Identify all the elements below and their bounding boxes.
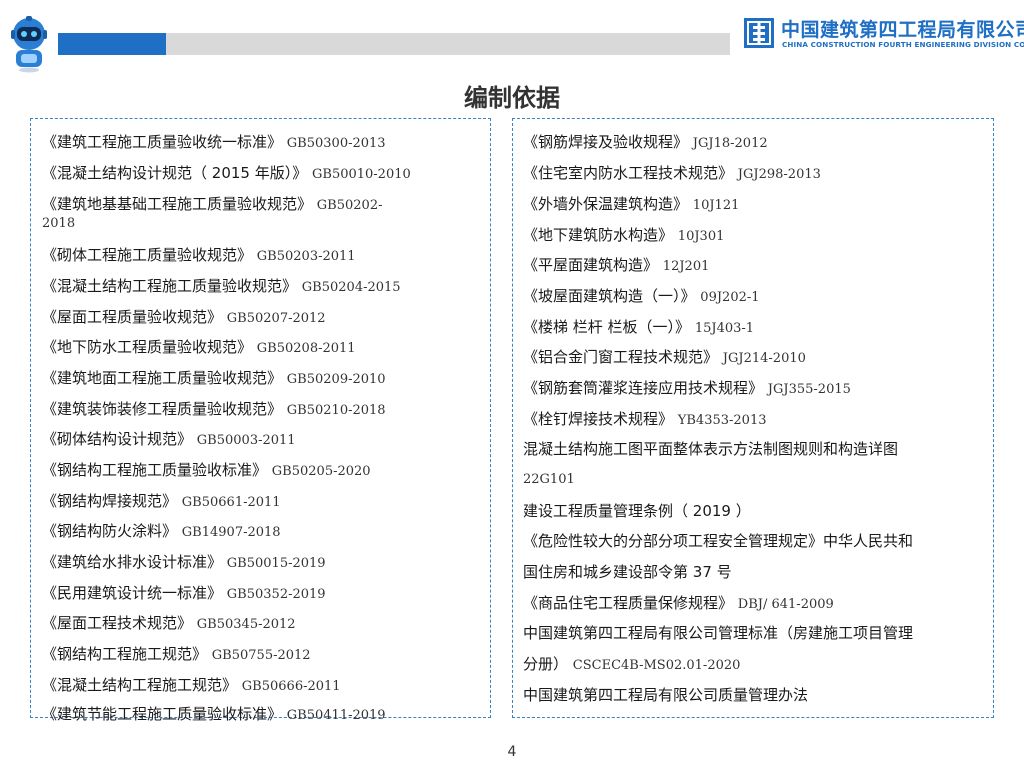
reference-item: 《地下建筑防水构造》 10J301 xyxy=(523,226,725,244)
reference-item-continued: 22G101 xyxy=(523,472,575,487)
page-number: 4 xyxy=(507,744,517,760)
reference-item: 《地下防水工程质量验收规范》 GB50208-2011 xyxy=(42,338,356,356)
reference-item: 《建筑地面工程施工质量验收规范》 GB50209-2010 xyxy=(42,369,386,387)
reference-item: 《建筑装饰装修工程质量验收规范》 GB50210-2018 xyxy=(42,400,386,418)
page-title: 编制依据 xyxy=(464,84,560,112)
cscec-logo-icon xyxy=(744,18,774,48)
reference-item: 《建筑给水排水设计标准》 GB50015-2019 xyxy=(42,553,326,571)
reference-item: 《商品住宅工程质量保修规程》 DBJ/ 641-2009 xyxy=(523,594,834,612)
reference-item: 《楼梯 栏杆 栏板（一）》 15J403-1 xyxy=(523,318,755,336)
reference-item-continued: 2018 xyxy=(42,216,76,231)
reference-item-continued: 国住房和城乡建设部令第 37 号 xyxy=(523,563,732,581)
reference-item: 《建筑工程施工质量验收统一标准》 GB50300-2013 xyxy=(42,133,386,151)
reference-item: 《危险性较大的分部分项工程安全管理规定》中华人民共和 xyxy=(523,532,914,550)
reference-item-continued: 分册） CSCEC4B-MS02.01-2020 xyxy=(523,655,741,673)
reference-item: 《栓钉焊接技术规程》 YB4353-2013 xyxy=(523,410,767,428)
reference-item: 中国建筑第四工程局有限公司管理标准（房建施工项目管理 xyxy=(523,624,914,642)
reference-item: 《钢结构防火涂料》 GB14907-2018 xyxy=(42,522,281,540)
reference-item: 《住宅室内防水工程技术规范》 JGJ298-2013 xyxy=(523,164,821,182)
reference-item: 《砌体结构设计规范》 GB50003-2011 xyxy=(42,430,296,448)
reference-item: 《民用建筑设计统一标准》 GB50352-2019 xyxy=(42,584,326,602)
reference-item: 《混凝土结构工程施工规范》 GB50666-2011 xyxy=(42,676,341,694)
reference-item: 《钢筋焊接及验收规程》 JGJ18-2012 xyxy=(523,133,768,151)
robot-mascot-icon xyxy=(11,16,47,73)
reference-item: 《砌体工程施工质量验收规范》 GB50203-2011 xyxy=(42,246,356,264)
reference-item: 混凝土结构施工图平面整体表示方法制图规则和构造详图 xyxy=(523,440,899,458)
reference-item: 《平屋面建筑构造》 12J201 xyxy=(523,256,710,274)
company-name-en: CHINA CONSTRUCTION FOURTH ENGINEERING DI… xyxy=(782,40,1024,49)
reference-item: 《钢结构焊接规范》 GB50661-2011 xyxy=(42,492,281,510)
header-progress-accent xyxy=(58,33,166,55)
reference-item: 《混凝土结构工程施工质量验收规范》 GB50204-2015 xyxy=(42,277,401,295)
company-name-cn: 中国建筑第四工程局有限公司 xyxy=(781,19,1024,41)
reference-item: 《坡屋面建筑构造（一）》 09J202-1 xyxy=(523,287,760,305)
reference-item: 《建筑地基基础工程施工质量验收规范》 GB50202- xyxy=(42,195,383,213)
reference-item: 《屋面工程技术规范》 GB50345-2012 xyxy=(42,614,296,632)
reference-item: 《钢结构工程施工规范》 GB50755-2012 xyxy=(42,645,311,663)
reference-item: 《钢结构工程施工质量验收标准》 GB50205-2020 xyxy=(42,461,371,479)
reference-item: 中国建筑第四工程局有限公司质量管理办法 xyxy=(523,686,809,704)
reference-item: 《建筑节能工程施工质量验收标准》 GB50411-2019 xyxy=(42,705,386,723)
reference-item: 《外墙外保温建筑构造》 10J121 xyxy=(523,195,740,213)
reference-item: 《混凝土结构设计规范（ 2015 年版）》 GB50010-2010 xyxy=(42,164,411,182)
reference-item: 建设工程质量管理条例（ 2019 ） xyxy=(523,502,751,520)
reference-item: 《钢筋套筒灌浆连接应用技术规程》 JGJ355-2015 xyxy=(523,379,851,397)
reference-item: 《屋面工程质量验收规范》 GB50207-2012 xyxy=(42,308,326,326)
reference-item: 《铝合金门窗工程技术规范》 JGJ214-2010 xyxy=(523,348,806,366)
